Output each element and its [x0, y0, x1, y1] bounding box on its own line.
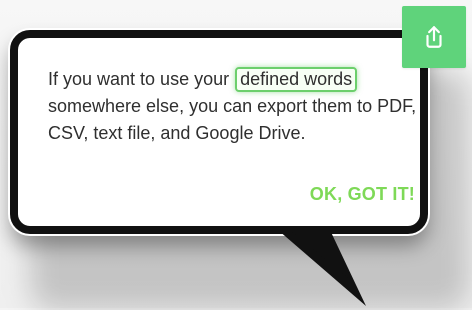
message-text-after: somewhere else, you can export them to P… — [48, 96, 417, 143]
ok-got-it-button[interactable]: OK, GOT IT! — [310, 184, 415, 205]
export-button[interactable] — [402, 6, 466, 68]
message-text-before: If you want to use your — [48, 69, 235, 89]
highlighted-term: defined words — [235, 67, 358, 92]
share-upload-icon — [421, 24, 447, 50]
tooltip-message: If you want to use your defined words so… — [48, 66, 418, 147]
